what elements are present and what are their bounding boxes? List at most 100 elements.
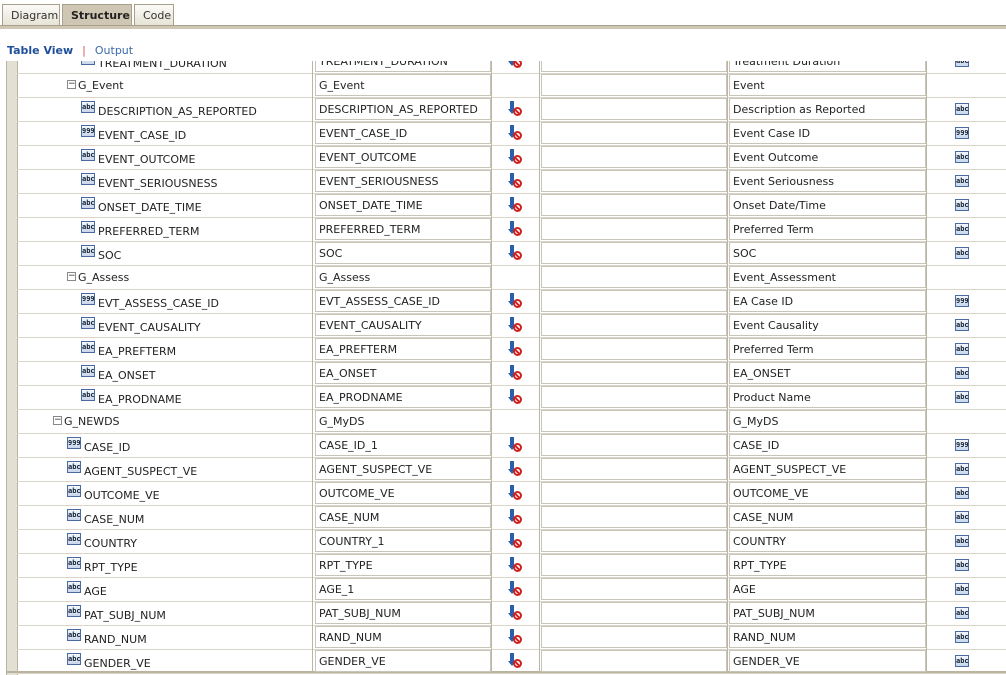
value-field[interactable]	[541, 434, 727, 456]
display-name-field[interactable]: Preferred Term	[729, 338, 926, 360]
display-name-field[interactable]: SOC	[729, 242, 926, 264]
value-field[interactable]	[541, 146, 727, 168]
sort-disabled-icon[interactable]	[508, 221, 524, 237]
text-type-icon[interactable]: abc	[955, 607, 969, 619]
display-name-field[interactable]: Event	[729, 74, 926, 96]
display-name-field[interactable]: Treatment Duration	[729, 61, 926, 72]
element-name-field[interactable]: EA_PREFTERM	[315, 338, 491, 360]
text-type-icon[interactable]: abc	[955, 319, 969, 331]
element-name-field[interactable]: CASE_NUM	[315, 506, 491, 528]
element-name-field[interactable]: EA_ONSET	[315, 362, 491, 384]
display-name-field[interactable]: Event Seriousness	[729, 170, 926, 192]
sort-disabled-icon[interactable]	[508, 485, 524, 501]
sort-disabled-icon[interactable]	[508, 197, 524, 213]
element-name-field[interactable]: G_Event	[315, 74, 491, 96]
value-field[interactable]	[541, 530, 727, 552]
sort-disabled-icon[interactable]	[508, 149, 524, 165]
table-view-link[interactable]: Table View	[7, 44, 73, 57]
text-type-icon[interactable]: abc	[955, 61, 969, 67]
element-name-field[interactable]: PREFERRED_TERM	[315, 218, 491, 240]
element-name-field[interactable]: EVENT_CASE_ID	[315, 122, 491, 144]
sort-disabled-icon[interactable]	[508, 605, 524, 621]
collapse-toggle-icon[interactable]: −	[53, 416, 62, 425]
text-type-icon[interactable]: abc	[955, 463, 969, 475]
value-field[interactable]	[541, 410, 727, 432]
element-name-field[interactable]: EVENT_OUTCOME	[315, 146, 491, 168]
display-name-field[interactable]: Event_Assessment	[729, 266, 926, 288]
text-type-icon[interactable]: abc	[955, 487, 969, 499]
text-type-icon[interactable]: abc	[955, 535, 969, 547]
element-name-field[interactable]: DESCRIPTION_AS_REPORTED	[315, 98, 491, 120]
sort-disabled-icon[interactable]	[508, 629, 524, 645]
text-type-icon[interactable]: abc	[955, 367, 969, 379]
sort-disabled-icon[interactable]	[508, 509, 524, 525]
output-link[interactable]: Output	[95, 44, 133, 57]
element-name-field[interactable]: AGE_1	[315, 578, 491, 600]
sort-disabled-icon[interactable]	[508, 581, 524, 597]
element-name-field[interactable]: RPT_TYPE	[315, 554, 491, 576]
value-field[interactable]	[541, 194, 727, 216]
sort-disabled-icon[interactable]	[508, 557, 524, 573]
display-name-field[interactable]: CASE_NUM	[729, 506, 926, 528]
text-type-icon[interactable]: abc	[955, 391, 969, 403]
value-field[interactable]	[541, 266, 727, 288]
sort-disabled-icon[interactable]	[508, 365, 524, 381]
sort-disabled-icon[interactable]	[508, 101, 524, 117]
text-type-icon[interactable]: abc	[955, 511, 969, 523]
element-name-field[interactable]: G_MyDS	[315, 410, 491, 432]
sort-disabled-icon[interactable]	[508, 437, 524, 453]
element-name-field[interactable]: G_Assess	[315, 266, 491, 288]
text-type-icon[interactable]: abc	[955, 199, 969, 211]
sort-disabled-icon[interactable]	[508, 61, 524, 69]
value-field[interactable]	[541, 650, 727, 672]
value-field[interactable]	[541, 554, 727, 576]
value-field[interactable]	[541, 242, 727, 264]
display-name-field[interactable]: Product Name	[729, 386, 926, 408]
display-name-field[interactable]: Onset Date/Time	[729, 194, 926, 216]
value-field[interactable]	[541, 290, 727, 312]
sort-disabled-icon[interactable]	[508, 389, 524, 405]
tab-diagram[interactable]: Diagram	[2, 4, 60, 26]
element-name-field[interactable]: EVT_ASSESS_CASE_ID	[315, 290, 491, 312]
display-name-field[interactable]: EA_ONSET	[729, 362, 926, 384]
text-type-icon[interactable]: abc	[955, 343, 969, 355]
value-field[interactable]	[541, 602, 727, 624]
sort-disabled-icon[interactable]	[508, 533, 524, 549]
display-name-field[interactable]: Event Case ID	[729, 122, 926, 144]
text-type-icon[interactable]: abc	[955, 583, 969, 595]
text-type-icon[interactable]: abc	[955, 151, 969, 163]
element-name-field[interactable]: COUNTRY_1	[315, 530, 491, 552]
value-field[interactable]	[541, 218, 727, 240]
sort-disabled-icon[interactable]	[508, 293, 524, 309]
element-name-field[interactable]: SOC	[315, 242, 491, 264]
sort-disabled-icon[interactable]	[508, 173, 524, 189]
display-name-field[interactable]: Event Outcome	[729, 146, 926, 168]
sort-disabled-icon[interactable]	[508, 653, 524, 669]
numeric-type-icon[interactable]: 999	[955, 439, 969, 451]
element-name-field[interactable]: EVENT_SERIOUSNESS	[315, 170, 491, 192]
element-name-field[interactable]: RAND_NUM	[315, 626, 491, 648]
element-name-field[interactable]: ONSET_DATE_TIME	[315, 194, 491, 216]
display-name-field[interactable]: CASE_ID	[729, 434, 926, 456]
element-name-field[interactable]: EA_PRODNAME	[315, 386, 491, 408]
collapse-toggle-icon[interactable]: −	[67, 80, 76, 89]
value-field[interactable]	[541, 482, 727, 504]
sort-disabled-icon[interactable]	[508, 245, 524, 261]
display-name-field[interactable]: Preferred Term	[729, 218, 926, 240]
sort-disabled-icon[interactable]	[508, 461, 524, 477]
display-name-field[interactable]: AGE	[729, 578, 926, 600]
value-field[interactable]	[541, 458, 727, 480]
sort-disabled-icon[interactable]	[508, 317, 524, 333]
element-name-field[interactable]: GENDER_VE	[315, 650, 491, 672]
tab-code[interactable]: Code	[134, 4, 174, 26]
value-field[interactable]	[541, 170, 727, 192]
display-name-field[interactable]: RPT_TYPE	[729, 554, 926, 576]
value-field[interactable]	[541, 122, 727, 144]
text-type-icon[interactable]: abc	[955, 175, 969, 187]
sort-disabled-icon[interactable]	[508, 341, 524, 357]
display-name-field[interactable]: EA Case ID	[729, 290, 926, 312]
element-name-field[interactable]: TREATMENT_DURATION	[315, 61, 491, 72]
element-name-field[interactable]: PAT_SUBJ_NUM	[315, 602, 491, 624]
display-name-field[interactable]: RAND_NUM	[729, 626, 926, 648]
display-name-field[interactable]: Event Causality	[729, 314, 926, 336]
